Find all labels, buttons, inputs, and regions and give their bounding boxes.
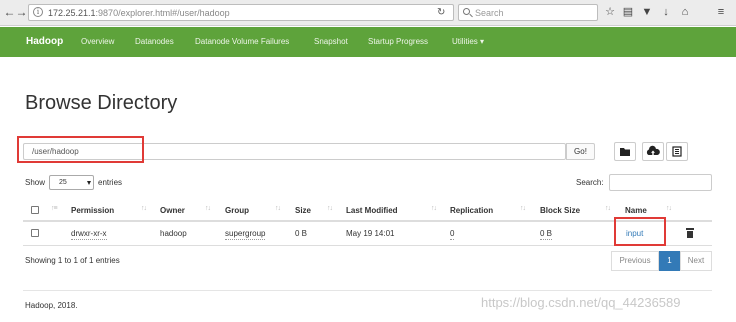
entries-label: entries bbox=[98, 178, 123, 187]
footer-copyright: Hadoop, 2018. bbox=[25, 301, 78, 310]
dropdown-caret-icon bbox=[87, 181, 91, 185]
table-search-label: Search: bbox=[576, 178, 604, 187]
nav-snapshot[interactable]: Snapshot bbox=[314, 37, 348, 46]
cloud-upload-icon bbox=[646, 145, 660, 156]
footer-divider bbox=[23, 290, 712, 291]
hadoop-navbar: Hadoop Overview Datanodes Datanode Volum… bbox=[0, 27, 736, 57]
pagination-info: Showing 1 to 1 of 1 entries bbox=[25, 256, 120, 265]
show-label: Show bbox=[25, 178, 46, 187]
trash-lid bbox=[686, 228, 694, 230]
table-search-input[interactable] bbox=[609, 174, 712, 191]
column-owner[interactable]: Owner bbox=[160, 206, 185, 215]
entries-per-page-select[interactable]: 25 bbox=[49, 175, 94, 190]
nav-datanode-volume-failures[interactable]: Datanode Volume Failures bbox=[195, 37, 289, 46]
forward-icon[interactable]: → bbox=[15, 5, 28, 19]
cell-owner: hadoop bbox=[160, 229, 187, 238]
name-highlight-box bbox=[614, 217, 666, 246]
column-replication[interactable]: Replication bbox=[450, 206, 493, 215]
info-icon[interactable]: i bbox=[33, 7, 43, 17]
column-block-size[interactable]: Block Size bbox=[540, 206, 580, 215]
sort-icon[interactable]: ↑↓ bbox=[327, 205, 333, 212]
sort-icon[interactable]: ↑↓ bbox=[666, 205, 672, 212]
reload-icon[interactable]: ↻ bbox=[437, 7, 445, 19]
browser-search-placeholder: Search bbox=[475, 8, 504, 18]
menu-icon[interactable]: ≡ bbox=[714, 5, 728, 19]
row-checkbox[interactable] bbox=[31, 229, 39, 237]
create-directory-button[interactable] bbox=[614, 142, 636, 161]
url-path: :9870/explorer.html#/user/hadoop bbox=[95, 8, 230, 18]
navbar-brand[interactable]: Hadoop bbox=[26, 36, 63, 47]
go-button[interactable]: Go! bbox=[566, 143, 595, 160]
cell-last-modified: May 19 14:01 bbox=[346, 229, 395, 238]
column-permission[interactable]: Permission bbox=[71, 206, 114, 215]
nav-overview[interactable]: Overview bbox=[81, 37, 114, 46]
bookmark-star-icon[interactable]: ☆ bbox=[603, 5, 617, 19]
nav-datanodes[interactable]: Datanodes bbox=[135, 37, 174, 46]
page-title: Browse Directory bbox=[25, 92, 178, 114]
column-group[interactable]: Group bbox=[225, 206, 249, 215]
page-1-button[interactable]: 1 bbox=[659, 251, 680, 271]
cell-permission[interactable]: drwxr-xr-x bbox=[71, 229, 107, 240]
sort-icon[interactable]: ↑↓ bbox=[431, 205, 437, 212]
url-host: 172.25.21.1 bbox=[48, 8, 96, 18]
column-last-modified[interactable]: Last Modified bbox=[346, 206, 398, 215]
browser-search-input[interactable]: Search bbox=[458, 4, 598, 21]
sort-icon[interactable]: ↑↓ bbox=[275, 205, 281, 212]
cell-replication: 0 bbox=[450, 229, 455, 240]
cut-paste-button[interactable] bbox=[666, 142, 688, 161]
column-name[interactable]: Name bbox=[625, 206, 647, 215]
nav-startup-progress[interactable]: Startup Progress bbox=[368, 37, 428, 46]
next-page-button[interactable]: Next bbox=[680, 251, 712, 271]
cell-block-size: 0 B bbox=[540, 229, 553, 240]
cell-group: supergroup bbox=[225, 229, 266, 240]
nav-utilities-dropdown[interactable]: Utilities ▾ bbox=[452, 37, 484, 46]
trash-can bbox=[687, 231, 693, 238]
upload-button[interactable] bbox=[642, 142, 664, 161]
list-alt-icon bbox=[672, 146, 682, 157]
folder-open-icon bbox=[620, 148, 630, 156]
previous-page-button[interactable]: Previous bbox=[611, 251, 659, 271]
trash-icon[interactable] bbox=[686, 228, 694, 238]
cell-size: 0 B bbox=[295, 229, 308, 238]
pocket-icon[interactable]: ▼ bbox=[640, 5, 654, 19]
address-bar[interactable]: i 172.25.21.1:9870/explorer.html#/user/h… bbox=[28, 4, 454, 21]
sort-icon[interactable]: ↑↓ bbox=[520, 205, 526, 212]
browser-toolbar: ← → i 172.25.21.1:9870/explorer.html#/us… bbox=[0, 0, 736, 26]
sort-icon[interactable]: ↑≡ bbox=[51, 205, 58, 212]
watermark-text: https://blog.csdn.net/qq_44236589 bbox=[481, 295, 681, 310]
sort-icon[interactable]: ↑↓ bbox=[141, 205, 147, 212]
path-highlight-box bbox=[17, 136, 144, 163]
reading-list-icon[interactable]: ▤ bbox=[621, 5, 635, 19]
sort-icon[interactable]: ↑↓ bbox=[605, 205, 611, 212]
entries-per-page-value: 25 bbox=[59, 179, 67, 186]
home-icon[interactable]: ⌂ bbox=[678, 5, 692, 19]
column-size[interactable]: Size bbox=[295, 206, 311, 215]
select-all-checkbox[interactable] bbox=[31, 206, 39, 214]
download-icon[interactable]: ↓ bbox=[659, 5, 673, 19]
sort-icon[interactable]: ↑↓ bbox=[205, 205, 211, 212]
search-icon bbox=[463, 8, 470, 15]
